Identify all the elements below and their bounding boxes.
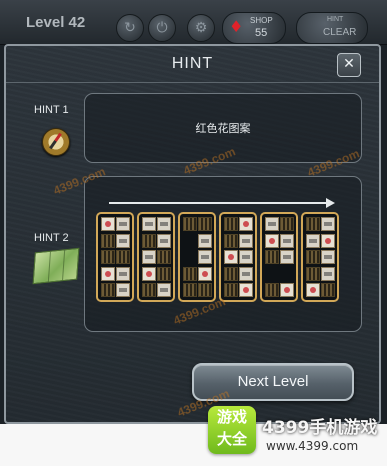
tile xyxy=(101,283,115,297)
tile xyxy=(224,283,238,297)
tile xyxy=(198,217,212,231)
hint2-label: HINT 2 xyxy=(34,232,69,244)
dialog-header: HINT ✕ xyxy=(6,46,379,83)
tile xyxy=(280,266,294,281)
tile xyxy=(198,283,212,297)
tile xyxy=(142,250,156,264)
hint1-text: 红色花图案 xyxy=(195,122,251,135)
power-icon[interactable]: ⏻ xyxy=(148,14,176,42)
footer-logo-line1: 游戏 xyxy=(216,408,247,426)
tile xyxy=(157,233,171,248)
tile xyxy=(239,250,253,264)
tile xyxy=(198,250,212,264)
tile xyxy=(116,217,130,231)
footer-url: www.4399.com xyxy=(266,439,359,453)
tile xyxy=(224,250,238,264)
sequence-card xyxy=(260,212,298,302)
restart-icon[interactable]: ↻ xyxy=(116,14,144,42)
tile xyxy=(321,233,335,248)
tile xyxy=(116,266,130,281)
tile xyxy=(265,283,279,297)
tile xyxy=(157,217,171,231)
tile xyxy=(239,233,253,248)
tile xyxy=(280,217,294,231)
tile xyxy=(183,266,197,281)
close-button[interactable]: ✕ xyxy=(337,53,361,77)
footer-logo: 游戏 大全 xyxy=(208,406,256,454)
tile xyxy=(306,233,320,248)
settings-icon[interactable]: ⚙ xyxy=(187,14,215,42)
tile xyxy=(142,283,156,297)
footer-brand: 4399手机游戏 xyxy=(262,418,378,438)
tile xyxy=(101,233,115,248)
shop-count: 55 xyxy=(255,27,268,39)
tile xyxy=(183,283,197,297)
tile xyxy=(321,250,335,264)
hint1-label: HINT 1 xyxy=(34,104,69,116)
tile xyxy=(239,283,253,297)
gem-icon: ♦ xyxy=(229,17,244,36)
tile xyxy=(101,217,115,231)
tile xyxy=(183,217,197,231)
tile xyxy=(265,266,279,281)
tile xyxy=(265,217,279,231)
top-bar: Level 42 ↻ ⏻ ⚙ ♦ SHOP 55 HINT CLEAR xyxy=(0,0,387,45)
shop-label: SHOP xyxy=(250,16,273,25)
tile xyxy=(116,233,130,248)
tile xyxy=(101,250,115,264)
tile xyxy=(183,233,197,248)
sequence-arrow xyxy=(109,202,329,204)
tile xyxy=(239,266,253,281)
tile xyxy=(280,233,294,248)
sequence-card xyxy=(137,212,175,302)
tile xyxy=(142,266,156,281)
sequence-card xyxy=(301,212,339,302)
hint-clear-bottom-label: CLEAR xyxy=(323,27,357,38)
tile xyxy=(306,283,320,297)
tile xyxy=(306,250,320,264)
hint-clear-button[interactable]: HINT CLEAR xyxy=(296,12,368,44)
tile xyxy=(198,233,212,248)
compass-icon xyxy=(42,128,70,156)
tile xyxy=(306,266,320,281)
tile xyxy=(116,283,130,297)
level-label: Level 42 xyxy=(26,14,86,31)
hint-dialog: HINT ✕ HINT 1 红色花图案 HINT 2 Next Level 43… xyxy=(4,44,381,424)
tile xyxy=(142,217,156,231)
dialog-title: HINT xyxy=(171,55,214,72)
tile xyxy=(280,283,294,297)
tile xyxy=(224,233,238,248)
tile xyxy=(157,266,171,281)
footer-logo-line2: 大全 xyxy=(216,430,247,448)
tile xyxy=(157,250,171,264)
tile xyxy=(321,266,335,281)
tile xyxy=(198,266,212,281)
shop-button[interactable]: ♦ SHOP 55 xyxy=(222,12,286,44)
tile xyxy=(224,266,238,281)
tile xyxy=(157,283,171,297)
tile xyxy=(224,217,238,231)
tile xyxy=(239,217,253,231)
tile xyxy=(265,233,279,248)
tile xyxy=(142,233,156,248)
hint-clear-top-label: HINT xyxy=(327,16,344,23)
tile xyxy=(183,250,197,264)
tile xyxy=(265,250,279,264)
sequence-card xyxy=(178,212,216,302)
tile xyxy=(321,217,335,231)
sequence-card xyxy=(219,212,257,302)
sequence-card xyxy=(96,212,134,302)
tile xyxy=(306,217,320,231)
sequence-arrow-head xyxy=(326,198,335,208)
map-icon xyxy=(32,247,80,285)
tile xyxy=(321,283,335,297)
tile xyxy=(280,250,294,264)
tile xyxy=(101,266,115,281)
tile xyxy=(116,250,130,264)
